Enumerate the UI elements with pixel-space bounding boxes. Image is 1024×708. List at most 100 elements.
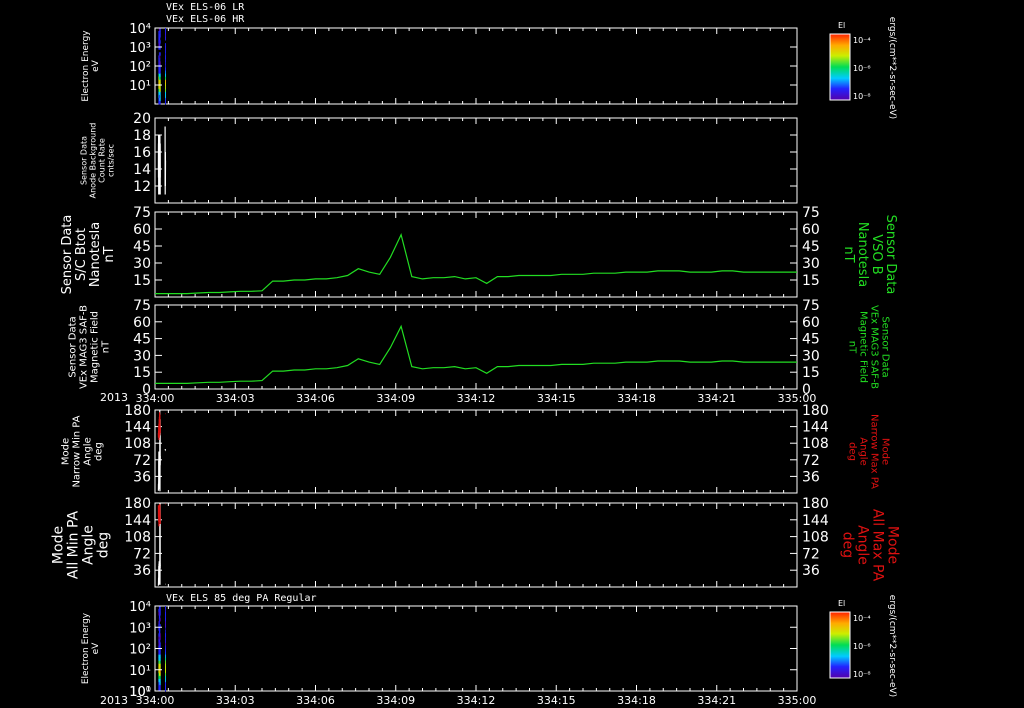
p4-ylabel: nT bbox=[101, 340, 112, 353]
p6-y2label: Angle bbox=[855, 525, 871, 565]
time-tick-label: 334:12 bbox=[457, 392, 496, 405]
y-tick-label: 15 bbox=[133, 273, 151, 289]
p6-ylabel: Angle bbox=[81, 525, 97, 565]
y-tick-label: 10¹ bbox=[129, 79, 151, 94]
panel-2-frame bbox=[154, 117, 798, 204]
y-tick-label: 10¹ bbox=[129, 664, 151, 679]
y-tick-label: 15 bbox=[133, 365, 151, 381]
colorbar-1 bbox=[829, 33, 851, 101]
y-tick-label: 16 bbox=[133, 145, 151, 161]
colorbar-label: El bbox=[838, 21, 845, 30]
p5-y2label: deg bbox=[847, 442, 858, 461]
y-tick-label: 60 bbox=[133, 222, 151, 238]
p3-y2label: Sensor Data bbox=[883, 215, 898, 295]
y2-tick-label: 144 bbox=[802, 513, 829, 529]
panel-3-frame bbox=[154, 211, 798, 298]
p5-ylabel: deg bbox=[94, 442, 105, 461]
y-tick-label: 72 bbox=[133, 453, 151, 469]
y2-tick-label: 72 bbox=[802, 546, 820, 562]
time-tick-label: 334:21 bbox=[697, 392, 736, 405]
y2-tick-label: 75 bbox=[802, 205, 820, 221]
y2-tick-label: 60 bbox=[802, 222, 820, 238]
panel-1-frame bbox=[154, 27, 798, 105]
p2-ylabel: Anode Background bbox=[89, 123, 98, 199]
p1-ylabel: Electron Energy bbox=[81, 30, 91, 102]
p6-ylabel: deg bbox=[96, 532, 112, 558]
all-pa-trace bbox=[157, 503, 161, 527]
y-tick-label: 60 bbox=[133, 315, 151, 331]
y2-tick-label: 30 bbox=[802, 348, 820, 364]
p5-y2label: Angle bbox=[858, 437, 869, 465]
p7-ylabel: Electron Energy bbox=[81, 612, 91, 684]
p3-ylabel: Sensor Data bbox=[60, 215, 75, 295]
spectrogram-block-2 bbox=[165, 28, 166, 105]
time-tick-label: 334:06 bbox=[296, 392, 335, 405]
y2-tick-label: 15 bbox=[802, 365, 820, 381]
y2-tick-label: 72 bbox=[802, 453, 820, 469]
y2-tick-label: 30 bbox=[802, 256, 820, 272]
p2-ylabel: Count Rate bbox=[98, 138, 107, 183]
background-trace bbox=[157, 134, 161, 195]
time-tick-label: 334:18 bbox=[617, 694, 656, 707]
y2-tick-label: 144 bbox=[802, 420, 829, 436]
time-tick-label: 334:12 bbox=[457, 694, 496, 707]
mag-trace bbox=[155, 324, 797, 384]
colorbar-units: ergs/(cm**2-sr-sec-eV) bbox=[887, 595, 897, 697]
y-tick-label: 10² bbox=[129, 643, 151, 658]
time-tick-label: 334:21 bbox=[697, 694, 736, 707]
y-tick-label: 180 bbox=[124, 496, 151, 512]
y-tick-label: 18 bbox=[133, 128, 151, 144]
y-tick-label: 144 bbox=[124, 420, 151, 436]
time-tick-label: 334:15 bbox=[537, 392, 576, 405]
p3-ylabel: S/C Btot bbox=[74, 228, 89, 281]
y-tick-label: 36 bbox=[133, 469, 151, 485]
p4-y2label: Magnetic Field bbox=[858, 311, 869, 383]
y-tick-label: 30 bbox=[133, 256, 151, 272]
time-tick-label: 334:09 bbox=[376, 694, 415, 707]
y2-tick-label: 45 bbox=[802, 332, 820, 348]
y-tick-label: 45 bbox=[133, 239, 151, 255]
panel-7-frame bbox=[154, 605, 798, 692]
y-tick-label: 30 bbox=[133, 348, 151, 364]
y2-tick-label: 108 bbox=[802, 530, 829, 546]
spectrogram-block-2 bbox=[165, 606, 166, 692]
p2-ylabel: Sensor Data bbox=[80, 136, 89, 185]
y-tick-label: 10² bbox=[129, 60, 151, 75]
y-tick-label: 10⁴ bbox=[129, 22, 151, 37]
y-tick-label: 10³ bbox=[129, 621, 151, 636]
p7-ylabel: eV bbox=[91, 642, 101, 655]
time-tick-label: 334:06 bbox=[296, 694, 335, 707]
y-tick-label: 108 bbox=[124, 436, 151, 452]
p3-y2label: VSO B bbox=[869, 234, 884, 274]
p4-ylabel: Magnetic Field bbox=[90, 311, 101, 383]
y-tick-label: 72 bbox=[133, 546, 151, 562]
p5-y2label: Mode bbox=[880, 438, 891, 465]
y-tick-label: 14 bbox=[133, 162, 151, 178]
p4-ylabel: VEx MAG3 SAF-B bbox=[79, 305, 90, 389]
colorbar-tick: 10⁻⁸ bbox=[853, 92, 871, 101]
y2-tick-label: 36 bbox=[802, 469, 820, 485]
time-tick-label: 334:03 bbox=[216, 694, 255, 707]
plot-page: VEx ELS-06 LR VEx ELS-06 HR VEx ELS 85 d… bbox=[0, 0, 1024, 708]
y2-tick-label: 45 bbox=[802, 239, 820, 255]
y-tick-label: 36 bbox=[133, 563, 151, 579]
y2-tick-label: 75 bbox=[802, 298, 820, 314]
y-tick-label: 20 bbox=[133, 111, 151, 127]
y2-tick-label: 36 bbox=[802, 563, 820, 579]
p6-y2label: All Max PA bbox=[870, 509, 886, 582]
p5-ylabel: Mode bbox=[61, 438, 72, 465]
p6-ylabel: All Min PA bbox=[66, 510, 82, 579]
y-tick-label: 75 bbox=[133, 298, 151, 314]
p4-y2label: nT bbox=[847, 341, 858, 354]
time-tick-label: 334:00 bbox=[136, 694, 175, 707]
p4-y2label: Sensor Data bbox=[880, 316, 891, 377]
y2-tick-label: 60 bbox=[802, 315, 820, 331]
time-tick-label: 335:00 bbox=[778, 694, 817, 707]
p3-ylabel: Nanotesla bbox=[88, 222, 103, 287]
colorbar-tick: 10⁻⁶ bbox=[853, 642, 871, 651]
y-tick-label: 108 bbox=[124, 530, 151, 546]
y2-tick-label: 108 bbox=[802, 436, 829, 452]
y2-tick-label: 180 bbox=[802, 496, 829, 512]
p3-ylabel: nT bbox=[102, 246, 117, 262]
p4-y2label: VEx MAG3 SAF-B bbox=[869, 305, 880, 389]
